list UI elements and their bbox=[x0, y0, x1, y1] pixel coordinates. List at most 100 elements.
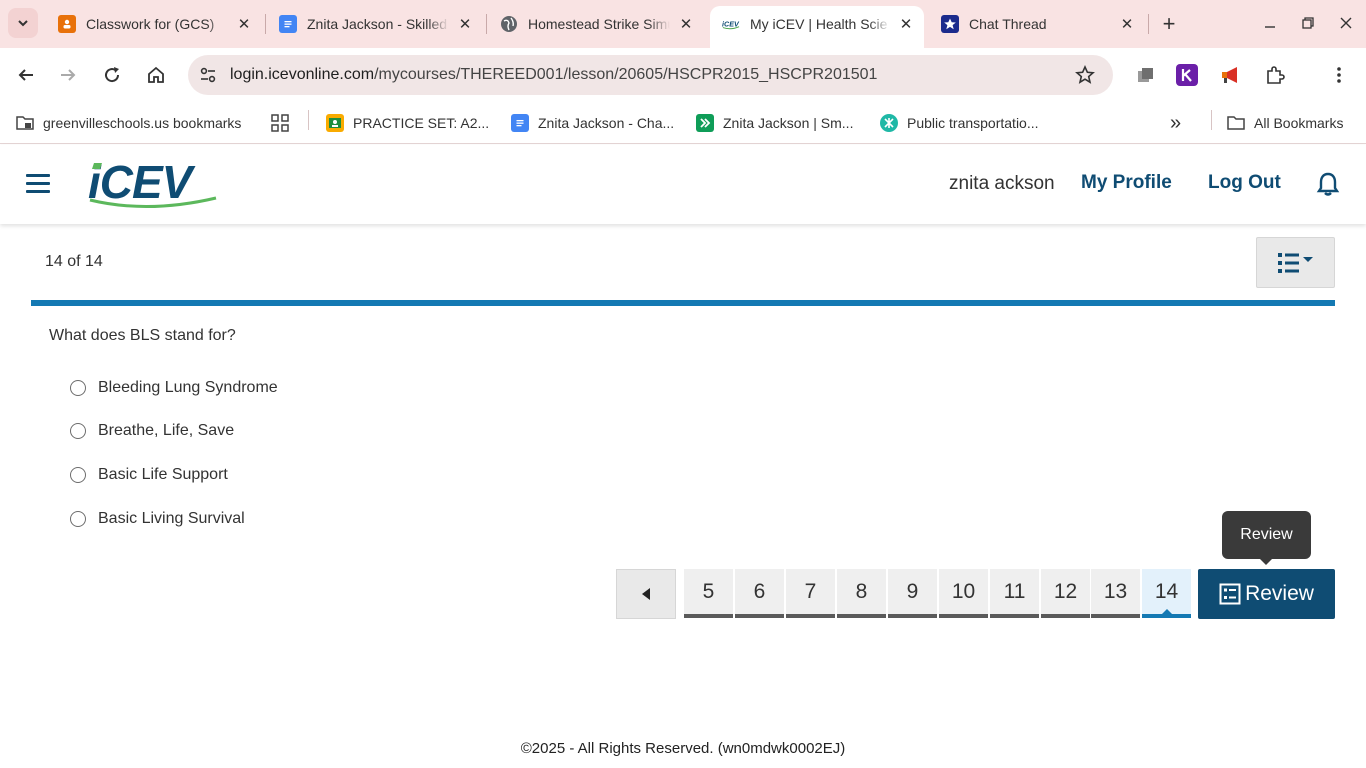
close-icon[interactable]: ✕ bbox=[676, 14, 696, 34]
answer-option[interactable]: Basic Life Support bbox=[70, 464, 228, 486]
bookmarks-overflow-button[interactable]: » bbox=[1170, 110, 1181, 136]
home-icon bbox=[148, 66, 164, 83]
site-header: iCEV znita ackson My Profile Log Out bbox=[0, 145, 1366, 224]
question-progress-label: 14 of 14 bbox=[45, 253, 103, 270]
close-icon[interactable]: ✕ bbox=[1117, 14, 1137, 34]
globe-icon bbox=[500, 15, 518, 33]
review-label: Review bbox=[1245, 582, 1314, 605]
tab-chat-thread[interactable]: Chat Thread ✕ bbox=[929, 6, 1145, 42]
copies-icon bbox=[1138, 68, 1153, 82]
answer-option[interactable]: Breathe, Life, Save bbox=[70, 420, 234, 442]
hamburger-bar bbox=[26, 174, 50, 177]
page-number: 14 bbox=[1154, 579, 1179, 603]
tab-separator bbox=[486, 14, 487, 34]
forward-button[interactable] bbox=[52, 59, 84, 91]
log-out-link[interactable]: Log Out bbox=[1208, 172, 1281, 194]
arrow-left-icon bbox=[18, 69, 33, 81]
google-docs-icon bbox=[511, 114, 529, 132]
extensions-button[interactable] bbox=[1262, 62, 1288, 88]
page-button[interactable]: 12 bbox=[1041, 569, 1090, 618]
home-button[interactable] bbox=[140, 59, 172, 91]
minimize-button[interactable] bbox=[1250, 8, 1290, 38]
answer-option[interactable]: Basic Living Survival bbox=[70, 508, 245, 530]
tab-separator bbox=[1148, 14, 1149, 34]
tab-classwork[interactable]: Classwork for (GCS) ✕ bbox=[46, 6, 262, 42]
logo-text: iCEV bbox=[88, 160, 196, 208]
back-button[interactable] bbox=[10, 59, 42, 91]
bookmark-label: Znita Jackson - Cha... bbox=[538, 115, 675, 131]
hamburger-menu-button[interactable] bbox=[26, 174, 50, 194]
url-host: login.icevonline.com bbox=[230, 66, 375, 83]
page-button[interactable]: 8 bbox=[837, 569, 886, 618]
page-button[interactable]: 6 bbox=[735, 569, 784, 618]
answer-label[interactable]: Bleeding Lung Syndrome bbox=[98, 379, 278, 397]
review-button[interactable]: Review bbox=[1198, 569, 1335, 619]
perplexity-icon bbox=[880, 114, 898, 132]
site-info-button[interactable] bbox=[194, 61, 222, 89]
tab-icev[interactable]: iCEV My iCEV | Health Scie ✕ bbox=[710, 6, 924, 48]
answer-label[interactable]: Basic Living Survival bbox=[98, 510, 245, 528]
bookmark-label: greenvilleschools.us bookmarks bbox=[43, 115, 242, 131]
tab-znita-doc[interactable]: Znita Jackson - Skilled ✕ bbox=[267, 6, 483, 42]
browser-menu-button[interactable] bbox=[1326, 62, 1352, 88]
list-dropdown-icon bbox=[1277, 252, 1313, 273]
page-button[interactable]: 11 bbox=[990, 569, 1039, 618]
kebab-menu-icon bbox=[1337, 67, 1341, 83]
hamburger-bar bbox=[26, 182, 50, 185]
google-classroom-icon bbox=[58, 15, 76, 33]
close-icon[interactable]: ✕ bbox=[234, 14, 254, 34]
close-window-button[interactable] bbox=[1326, 8, 1366, 38]
answer-option[interactable]: Bleeding Lung Syndrome bbox=[70, 377, 278, 399]
browser-toolbar: login.icevonline.com/mycourses/THEREED00… bbox=[0, 48, 1366, 102]
page-button-current[interactable]: 14 bbox=[1142, 569, 1191, 618]
icev-logo[interactable]: iCEV bbox=[88, 160, 220, 210]
bookmark-label: All Bookmarks bbox=[1254, 115, 1344, 131]
answer-label[interactable]: Breathe, Life, Save bbox=[98, 422, 234, 440]
page-button[interactable]: 7 bbox=[786, 569, 835, 618]
tab-homestead[interactable]: Homestead Strike Simul ✕ bbox=[488, 6, 704, 42]
page-button[interactable]: 10 bbox=[939, 569, 988, 618]
previous-question-button[interactable] bbox=[616, 569, 676, 619]
reload-button[interactable] bbox=[96, 59, 128, 91]
close-icon bbox=[1340, 17, 1352, 29]
google-classroom-icon bbox=[326, 114, 344, 132]
all-bookmarks-button[interactable]: All Bookmarks bbox=[1227, 110, 1343, 136]
radio-button[interactable] bbox=[70, 423, 86, 439]
radio-button[interactable] bbox=[70, 511, 86, 527]
url-path: /mycourses/THEREED001/lesson/20605/HSCPR… bbox=[374, 66, 878, 83]
question-list-menu-button[interactable] bbox=[1256, 237, 1335, 288]
apps-grid-icon bbox=[271, 114, 289, 132]
tab-search-button[interactable] bbox=[8, 8, 38, 38]
close-icon[interactable]: ✕ bbox=[896, 14, 916, 34]
tune-icon bbox=[200, 67, 216, 83]
page-button[interactable]: 13 bbox=[1091, 569, 1140, 618]
answer-label[interactable]: Basic Life Support bbox=[98, 466, 228, 484]
radio-button[interactable] bbox=[70, 380, 86, 396]
bookmark-separator bbox=[308, 110, 309, 130]
radio-button[interactable] bbox=[70, 467, 86, 483]
hamburger-bar bbox=[26, 190, 50, 193]
bookmark-label: Public transportatio... bbox=[907, 115, 1039, 131]
kami-extension-button[interactable] bbox=[1176, 64, 1198, 86]
close-icon[interactable]: ✕ bbox=[455, 14, 475, 34]
new-tab-button[interactable]: + bbox=[1155, 10, 1183, 38]
bookmark-znita-chat[interactable]: Znita Jackson - Cha... bbox=[511, 110, 674, 136]
page-button[interactable]: 5 bbox=[684, 569, 733, 618]
page-button[interactable]: 9 bbox=[888, 569, 937, 618]
bookmark-practice-set[interactable]: PRACTICE SET: A2... bbox=[326, 110, 489, 136]
apps-button[interactable] bbox=[271, 110, 298, 136]
bell-icon[interactable] bbox=[1316, 171, 1340, 197]
address-bar[interactable]: login.icevonline.com/mycourses/THEREED00… bbox=[188, 55, 1113, 95]
bookmark-managed-folder[interactable]: greenvilleschools.us bookmarks bbox=[16, 110, 241, 136]
bookmark-star-button[interactable] bbox=[1073, 63, 1097, 87]
icev-icon: iCEV bbox=[722, 15, 740, 33]
bookmark-znita-smartsheet[interactable]: Znita Jackson | Sm... bbox=[696, 110, 853, 136]
extension-copy-button[interactable] bbox=[1133, 62, 1159, 88]
bookmark-public-transportation[interactable]: Public transportatio... bbox=[880, 110, 1039, 136]
announcement-extension-button[interactable] bbox=[1218, 62, 1244, 88]
my-profile-link[interactable]: My Profile bbox=[1081, 172, 1172, 194]
tab-title: Chat Thread bbox=[969, 16, 1047, 32]
review-list-icon bbox=[1219, 583, 1241, 605]
restore-icon bbox=[1302, 17, 1314, 29]
restore-button[interactable] bbox=[1288, 8, 1328, 38]
